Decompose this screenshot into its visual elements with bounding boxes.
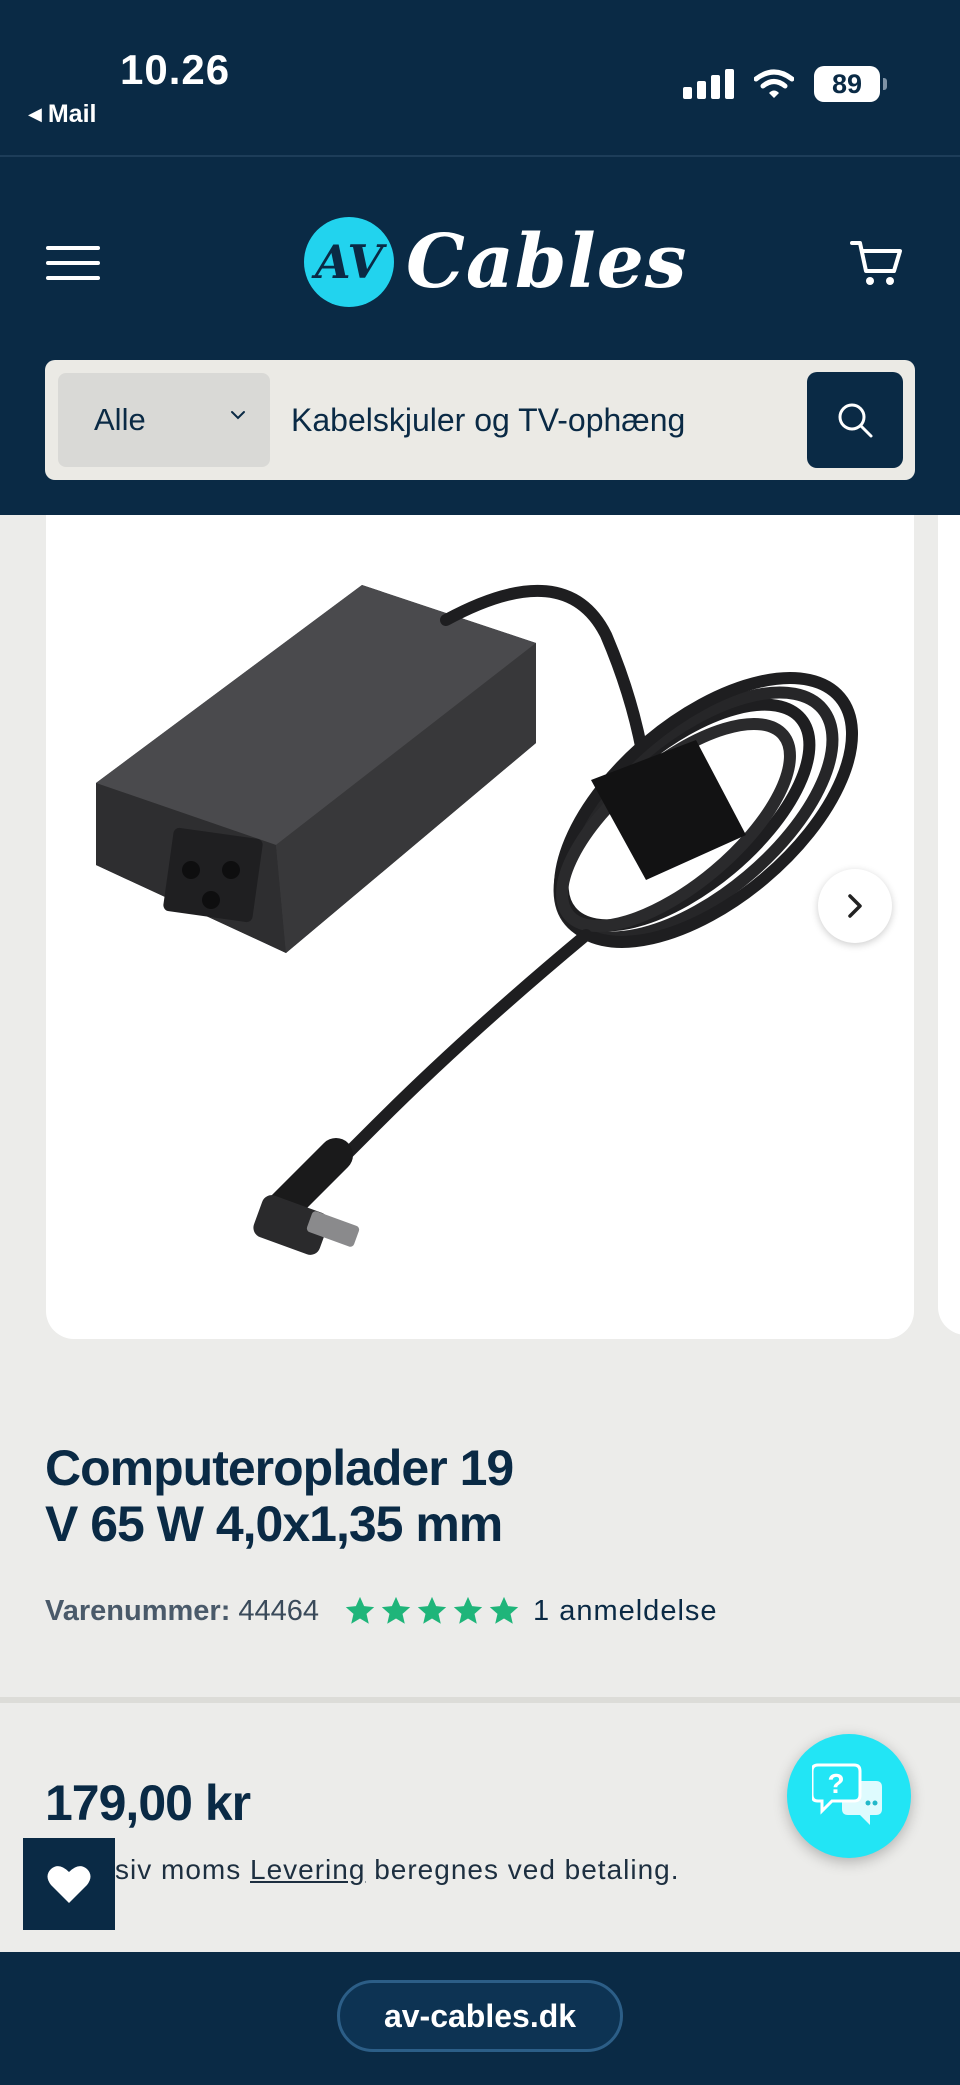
tax-note: siv moms Levering beregnes ved betaling. bbox=[115, 1854, 680, 1886]
site-header: AV Cables Alle Kabelskjuler og TV-ophæng bbox=[0, 157, 960, 515]
wifi-icon bbox=[754, 69, 794, 98]
tax-prefix: siv moms bbox=[115, 1854, 242, 1885]
product-title: Computeroplader 19 V 65 W 4,0x1,35 mm bbox=[45, 1440, 605, 1552]
search-input[interactable]: Kabelskjuler og TV-ophæng bbox=[291, 360, 685, 480]
chat-question-icon: ? bbox=[812, 1763, 882, 1825]
category-select[interactable]: Alle bbox=[58, 373, 270, 467]
cellular-signal-icon bbox=[683, 69, 734, 99]
svg-text:?: ? bbox=[827, 1768, 844, 1799]
star-icon bbox=[381, 1596, 411, 1624]
search-icon bbox=[838, 403, 873, 438]
star-icon bbox=[345, 1596, 375, 1624]
star-icon bbox=[489, 1596, 519, 1624]
rating-stars[interactable] bbox=[343, 1594, 521, 1628]
tax-suffix: beregnes ved betaling. bbox=[374, 1854, 680, 1885]
product-title-line1: Computeroplader 19 bbox=[45, 1440, 514, 1496]
product-image bbox=[96, 584, 859, 1255]
sku-label: Varenummer: bbox=[45, 1594, 231, 1627]
url-bar[interactable]: av-cables.dk bbox=[337, 1980, 623, 2052]
gallery-next-button[interactable] bbox=[818, 869, 892, 943]
chevron-down-icon bbox=[231, 411, 245, 420]
logo-word: Cables bbox=[406, 219, 688, 305]
browser-bottom-bar: av-cables.dk bbox=[0, 1952, 960, 2085]
back-label: Mail bbox=[47, 100, 97, 128]
product-image-gallery[interactable] bbox=[46, 515, 914, 1339]
cart-icon[interactable] bbox=[850, 237, 904, 289]
system-indicators: 89 bbox=[683, 66, 887, 102]
logo-badge: AV bbox=[304, 217, 394, 307]
chat-help-button[interactable]: ? bbox=[787, 1734, 911, 1858]
status-bar: 10.26 ◀ Mail 89 bbox=[0, 0, 960, 156]
menu-icon[interactable] bbox=[46, 246, 100, 280]
product-meta: Varenummer: 44464 1 anmeldelse bbox=[45, 1594, 718, 1628]
shipping-link[interactable]: Levering bbox=[250, 1854, 365, 1885]
chevron-right-icon bbox=[848, 894, 862, 918]
star-icon bbox=[453, 1596, 483, 1624]
heart-icon bbox=[47, 1866, 91, 1903]
star-icon bbox=[417, 1596, 447, 1624]
clock: 10.26 bbox=[120, 46, 231, 93]
product-title-line2: V 65 W 4,0x1,35 mm bbox=[45, 1496, 503, 1552]
section-divider bbox=[0, 1697, 960, 1703]
search-bar: Alle Kabelskjuler og TV-ophæng bbox=[45, 360, 915, 480]
product-price: 179,00 kr bbox=[45, 1775, 251, 1831]
next-image-peek bbox=[938, 515, 960, 1335]
reviews-link[interactable]: 1 anmeldelse bbox=[533, 1595, 718, 1628]
battery-icon: 89 bbox=[814, 66, 887, 102]
site-logo[interactable]: AV Cables bbox=[304, 217, 687, 307]
wishlist-button[interactable] bbox=[23, 1838, 115, 1930]
sku-value: 44464 bbox=[238, 1594, 320, 1627]
back-to-mail[interactable]: ◀ Mail bbox=[28, 100, 96, 129]
back-arrow-icon: ◀ bbox=[28, 104, 42, 124]
search-button[interactable] bbox=[807, 372, 903, 468]
category-value: Alle bbox=[94, 402, 146, 437]
